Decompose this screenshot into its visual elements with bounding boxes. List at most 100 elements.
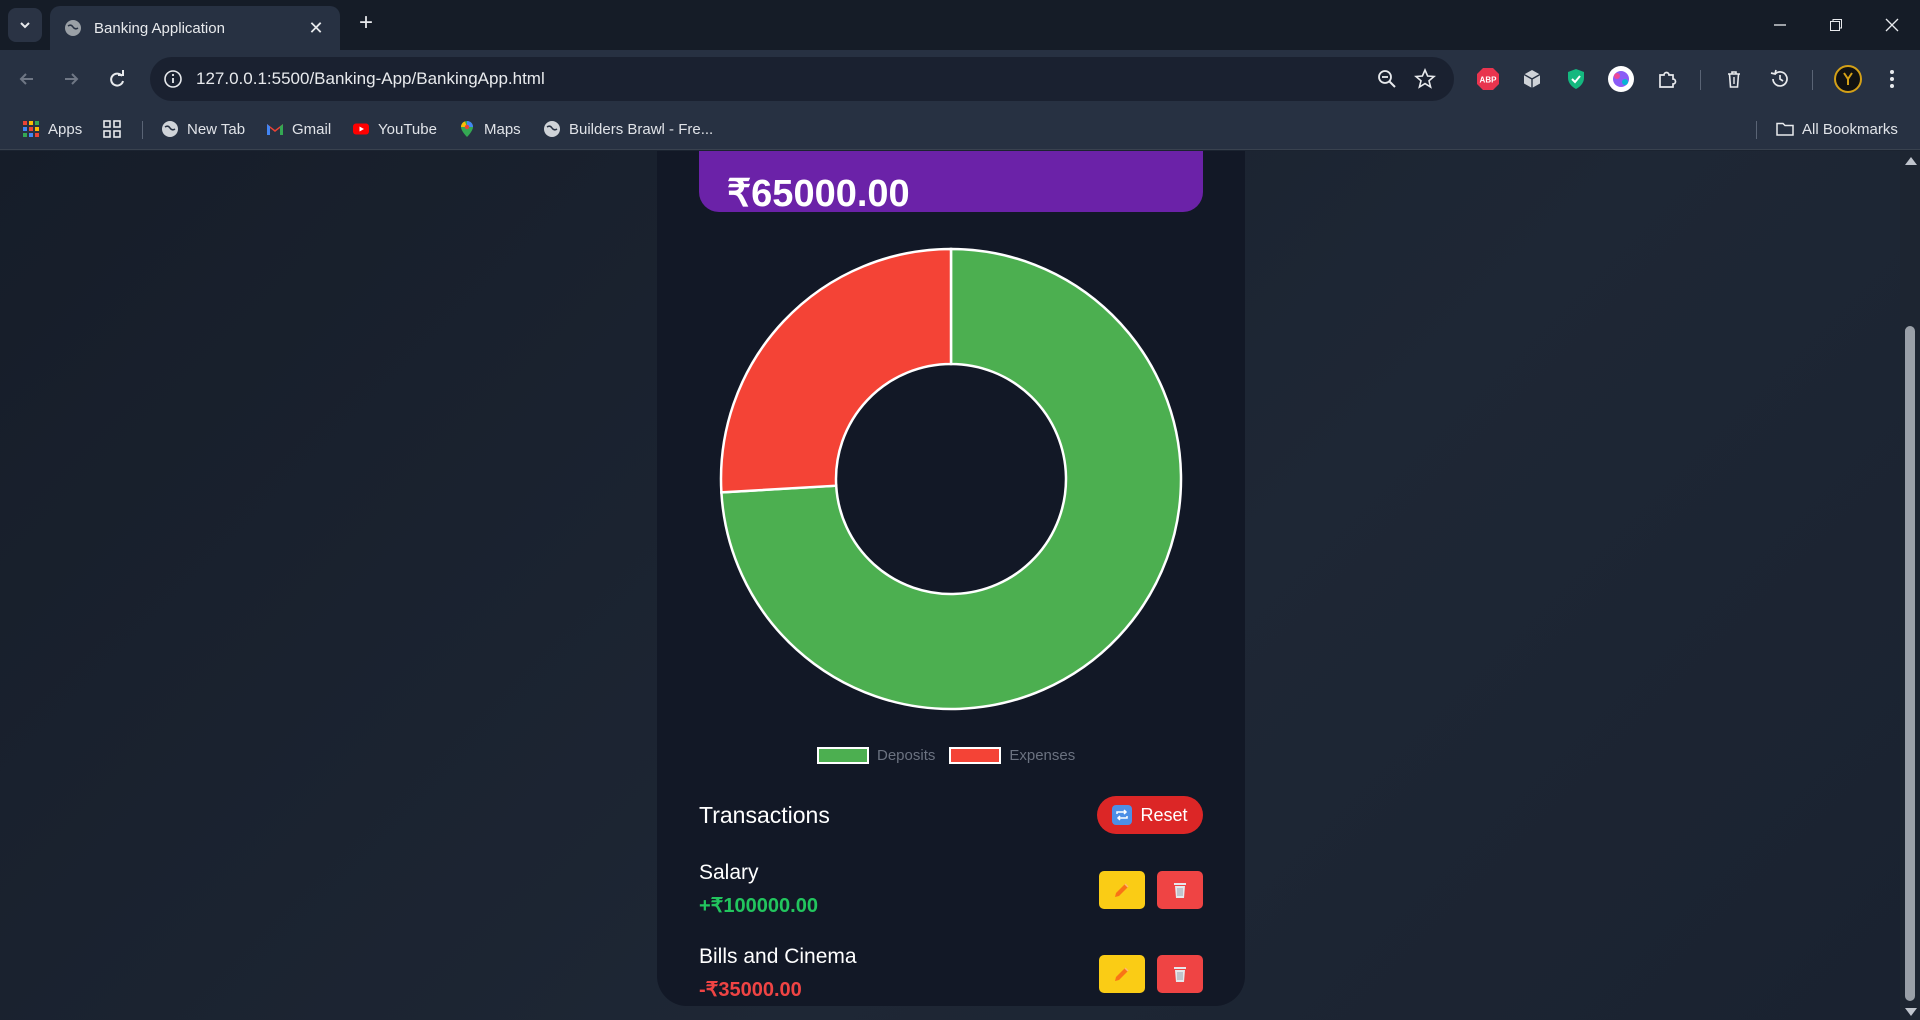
bookmark-label: Maps bbox=[484, 120, 521, 138]
arrow-left-icon bbox=[19, 73, 33, 85]
globe-icon bbox=[544, 121, 560, 137]
close-window-button[interactable] bbox=[1864, 0, 1920, 50]
url-text: 127.0.0.1:5500/Banking-App/BankingApp.ht… bbox=[196, 69, 545, 88]
pencil-icon bbox=[1115, 967, 1129, 981]
page-viewport: ₹65000.00 Deposits Expenses Transactions… bbox=[0, 151, 1900, 1020]
chart-legend: Deposits Expenses bbox=[817, 744, 1089, 766]
bookmark-new-tab[interactable]: New Tab bbox=[161, 116, 245, 142]
tab-search-button[interactable] bbox=[8, 8, 42, 42]
restore-icon bbox=[1830, 19, 1842, 31]
reset-label: Reset bbox=[1140, 804, 1188, 825]
reload-icon bbox=[110, 70, 124, 87]
close-tab-icon[interactable]: ✕ bbox=[306, 18, 326, 39]
address-bar[interactable]: 127.0.0.1:5500/Banking-App/BankingApp.ht… bbox=[150, 57, 1454, 101]
history-icon[interactable] bbox=[1766, 65, 1794, 93]
tab-groups-button[interactable] bbox=[102, 116, 122, 142]
forward-button[interactable] bbox=[54, 62, 88, 96]
legend-item-expenses[interactable]: Expenses bbox=[949, 746, 1076, 764]
transaction-row: Bills and Cinema -₹35000.00 bbox=[699, 945, 1203, 1005]
bookmark-youtube[interactable]: YouTube bbox=[352, 116, 437, 142]
maps-pin-icon bbox=[461, 121, 473, 137]
folder-icon bbox=[1776, 122, 1794, 136]
arrow-right-icon bbox=[65, 73, 79, 85]
edit-transaction-button[interactable] bbox=[1099, 871, 1145, 909]
scroll-down-arrow-icon[interactable] bbox=[1905, 1008, 1917, 1016]
bookmark-builders-brawl[interactable]: Builders Brawl - Fre... bbox=[543, 116, 713, 142]
profile-avatar[interactable] bbox=[1834, 65, 1862, 93]
edit-transaction-button[interactable] bbox=[1099, 955, 1145, 993]
brain-extension-icon[interactable] bbox=[1607, 65, 1635, 93]
bookmark-star-icon[interactable] bbox=[1414, 68, 1436, 90]
transactions-header: Transactions Reset bbox=[699, 796, 1203, 834]
svg-text:ABP: ABP bbox=[1480, 76, 1498, 85]
minimize-icon bbox=[1774, 24, 1786, 26]
scroll-up-arrow-icon[interactable] bbox=[1905, 157, 1917, 165]
bookmark-label: Builders Brawl - Fre... bbox=[569, 120, 714, 138]
transaction-name: Salary bbox=[699, 861, 759, 884]
repeat-icon bbox=[1112, 805, 1133, 825]
bookmark-label: YouTube bbox=[378, 120, 437, 138]
restore-button[interactable] bbox=[1808, 0, 1864, 50]
transactions-title: Transactions bbox=[699, 802, 830, 828]
trash-icon[interactable] bbox=[1720, 65, 1748, 93]
puzzle-extensions-icon[interactable] bbox=[1653, 65, 1681, 93]
pencil-icon bbox=[1115, 883, 1129, 897]
toolbar-divider bbox=[1812, 70, 1813, 90]
reload-button[interactable] bbox=[100, 62, 134, 96]
balance-amount: ₹65000.00 bbox=[727, 173, 910, 215]
transaction-name: Bills and Cinema bbox=[699, 945, 857, 968]
tab-strip: Banking Application ✕ + bbox=[0, 0, 1920, 50]
minimize-button[interactable] bbox=[1752, 0, 1808, 50]
scrollbar-thumb[interactable] bbox=[1905, 326, 1915, 1001]
close-icon bbox=[1885, 18, 1899, 32]
browser-toolbar: 127.0.0.1:5500/Banking-App/BankingApp.ht… bbox=[0, 50, 1920, 108]
bookmark-divider bbox=[1756, 121, 1757, 139]
youtube-icon bbox=[353, 123, 369, 135]
bookmark-label: Apps bbox=[48, 120, 83, 138]
balance-panel: ₹65000.00 bbox=[699, 151, 1203, 215]
cube-extension-icon[interactable] bbox=[1518, 65, 1546, 93]
bookmarks-bar: Apps New Tab Gmail YouTube Maps Builders… bbox=[0, 108, 1920, 150]
transaction-row: Salary +₹100000.00 bbox=[699, 861, 1203, 921]
globe-icon bbox=[65, 20, 81, 36]
chevron-down-icon bbox=[20, 22, 30, 29]
legend-label: Expenses bbox=[1009, 746, 1076, 764]
bookmark-gmail[interactable]: Gmail bbox=[266, 116, 331, 142]
legend-label: Deposits bbox=[877, 746, 936, 764]
legend-swatch-expenses bbox=[949, 746, 1002, 764]
bookmark-maps[interactable]: Maps bbox=[458, 116, 521, 142]
transaction-amount: +₹100000.00 bbox=[699, 895, 818, 917]
more-menu-icon[interactable] bbox=[1878, 65, 1906, 93]
bookmark-label: Gmail bbox=[292, 120, 332, 138]
wastebasket-icon bbox=[1174, 967, 1186, 982]
gmail-icon bbox=[267, 124, 283, 135]
bookmark-divider bbox=[142, 121, 143, 139]
delete-transaction-button[interactable] bbox=[1157, 955, 1203, 993]
back-button[interactable] bbox=[10, 62, 44, 96]
new-tab-button[interactable]: + bbox=[352, 10, 380, 38]
bookmark-apps[interactable]: Apps bbox=[22, 116, 82, 142]
toolbar-divider bbox=[1700, 70, 1701, 90]
banking-card: ₹65000.00 Deposits Expenses Transactions… bbox=[657, 151, 1245, 1006]
tab-title: Banking Application bbox=[94, 19, 225, 37]
all-bookmarks-label: All Bookmarks bbox=[1802, 120, 1898, 138]
apps-grid-icon bbox=[23, 121, 39, 137]
all-bookmarks-button[interactable]: All Bookmarks bbox=[1776, 116, 1898, 142]
adblock-extension-icon[interactable]: ABP bbox=[1474, 65, 1502, 93]
transactions-donut-chart bbox=[719, 247, 1183, 711]
legend-swatch-deposits bbox=[817, 746, 869, 764]
delete-transaction-button[interactable] bbox=[1157, 871, 1203, 909]
shield-extension-icon[interactable] bbox=[1562, 65, 1590, 93]
wastebasket-icon bbox=[1174, 883, 1186, 898]
transaction-amount: -₹35000.00 bbox=[699, 979, 802, 1001]
reset-button[interactable]: Reset bbox=[1097, 796, 1203, 834]
globe-icon bbox=[162, 121, 178, 137]
tab-banking-application[interactable]: Banking Application ✕ bbox=[50, 6, 340, 50]
bookmark-label: New Tab bbox=[187, 120, 246, 138]
grid-icon bbox=[103, 120, 121, 138]
donut-slice-expenses[interactable] bbox=[719, 247, 953, 494]
page-scrollbar[interactable] bbox=[1900, 151, 1920, 1020]
legend-item-deposits[interactable]: Deposits bbox=[817, 746, 936, 764]
site-info-icon[interactable] bbox=[162, 68, 184, 90]
zoom-out-icon[interactable] bbox=[1376, 68, 1398, 90]
